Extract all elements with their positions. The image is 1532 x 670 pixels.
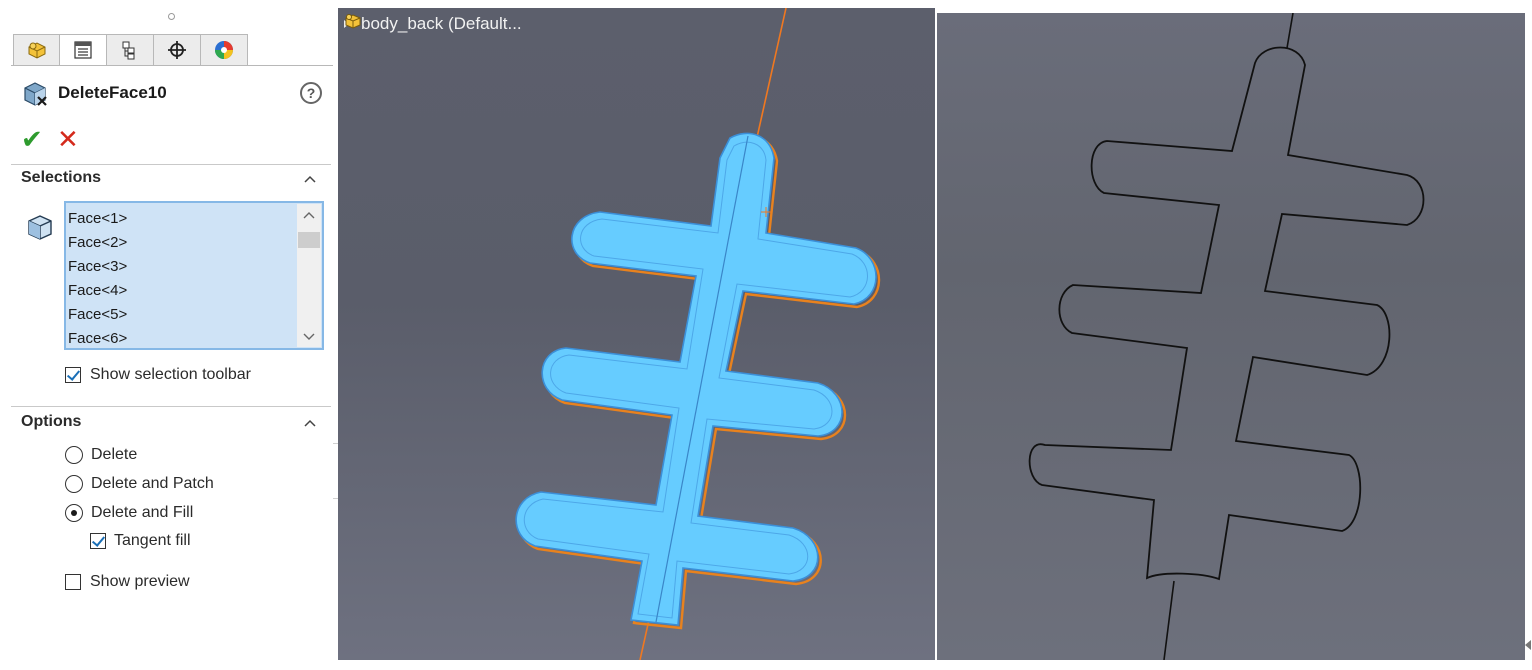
appearance-sphere-icon <box>215 41 233 59</box>
ok-button[interactable]: ✔ <box>21 124 43 154</box>
manager-tabs <box>13 34 253 66</box>
show-selection-toolbar-label: Show selection toolbar <box>90 366 251 383</box>
show-preview-checkbox[interactable] <box>65 574 81 590</box>
list-item[interactable]: Face<4> <box>68 279 294 303</box>
tab-baseline <box>11 65 333 66</box>
chevron-up-icon[interactable] <box>303 172 317 186</box>
show-preview-label: Show preview <box>90 573 190 590</box>
list-item[interactable]: Face<3> <box>68 255 294 279</box>
help-question-icon[interactable]: ? <box>300 82 322 104</box>
tangent-fill-label: Tangent fill <box>114 532 191 549</box>
panel-grip-handle[interactable] <box>168 13 175 20</box>
delete-face-icon <box>24 82 47 106</box>
green-check-icon: ✔ <box>21 124 43 154</box>
cancel-button[interactable]: ✕ <box>57 124 79 154</box>
delete-radio-label: Delete <box>91 446 138 463</box>
divider <box>11 164 331 165</box>
dimxpert-manager-tab[interactable] <box>154 34 201 66</box>
selected-faces-highlight[interactable] <box>515 132 877 626</box>
axis-line-bottom <box>1163 580 1175 660</box>
part-tree-icon <box>28 42 45 59</box>
delete-and-fill-radio-label: Delete and Fill <box>91 504 194 521</box>
result-outline <box>1028 46 1425 581</box>
configuration-icon <box>122 41 135 60</box>
chevron-down-icon[interactable] <box>303 330 315 342</box>
flyout-tree-item[interactable]: body_back (Default... <box>344 12 522 36</box>
graphics-viewport-result[interactable] <box>937 13 1525 660</box>
list-item[interactable]: Face<2> <box>68 231 294 255</box>
scroll-left-arrow-icon[interactable] <box>1525 640 1531 650</box>
delete-and-patch-radio[interactable] <box>65 475 83 493</box>
delete-and-fill-radio[interactable] <box>65 504 83 522</box>
divider <box>11 406 331 407</box>
part-name-label: body_back (Default... <box>361 14 522 33</box>
show-selection-toolbar-checkbox[interactable] <box>65 367 81 383</box>
property-manager-panel: DeleteFace10 ? ✔ ✕ Selections Face<1> Fa… <box>11 8 333 660</box>
crosshair-icon <box>168 41 186 59</box>
chevron-up-icon[interactable] <box>303 416 317 430</box>
delete-and-patch-radio-label: Delete and Patch <box>91 475 214 492</box>
feature-manager-tab[interactable] <box>13 34 60 66</box>
face-selection-icon <box>28 215 52 240</box>
page-title: DeleteFace10 <box>58 83 167 102</box>
selection-listbox[interactable]: Face<1> Face<2> Face<3> Face<4> Face<5> … <box>64 201 324 350</box>
listbox-scrollbar[interactable] <box>297 204 321 347</box>
tangent-fill-checkbox[interactable] <box>90 533 106 549</box>
list-item[interactable]: Face<6> <box>68 327 294 348</box>
list-item[interactable]: Face<1> <box>68 207 294 231</box>
chevron-up-icon[interactable] <box>303 210 315 222</box>
result-model-view[interactable] <box>937 13 1525 660</box>
property-sheet-icon <box>74 41 92 59</box>
display-manager-tab[interactable] <box>201 34 248 66</box>
axis-line-top <box>1286 13 1294 49</box>
model-view[interactable] <box>338 8 935 660</box>
configuration-manager-tab[interactable] <box>107 34 154 66</box>
red-x-icon: ✕ <box>57 124 79 154</box>
scrollbar-thumb[interactable] <box>298 232 320 248</box>
delete-radio[interactable] <box>65 446 83 464</box>
selections-group-title: Selections <box>21 169 102 186</box>
part-icon <box>345 14 361 29</box>
graphics-viewport-selected[interactable]: body_back (Default... <box>338 8 935 660</box>
property-manager-tab[interactable] <box>60 34 107 66</box>
options-group-title: Options <box>21 413 82 430</box>
list-item[interactable]: Face<5> <box>68 303 294 327</box>
